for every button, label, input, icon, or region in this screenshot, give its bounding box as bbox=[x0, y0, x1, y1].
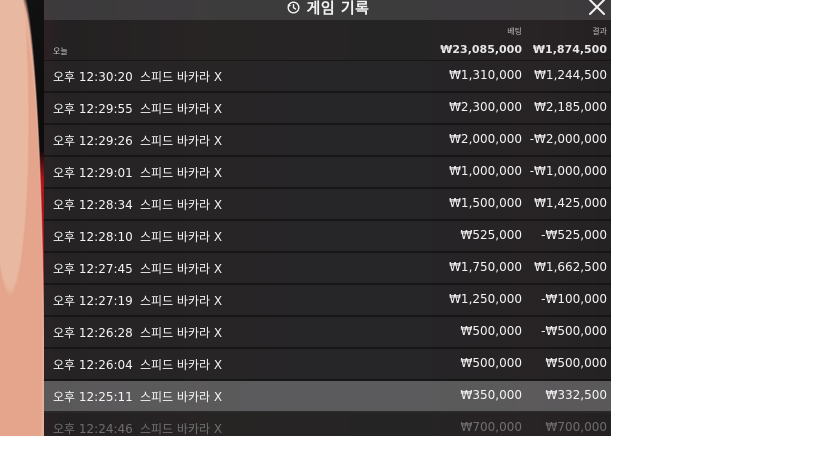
table-row[interactable]: 오후 12:28:10 스피드 바카라 X ₩525,000 -₩525,000 bbox=[44, 221, 611, 253]
game-history-panel: 게임 기록 베팅 결과 오늘 ₩23,085,000 ₩1,874,500 오후… bbox=[44, 0, 611, 436]
history-icon bbox=[287, 1, 300, 14]
table-row[interactable]: 오후 12:24:46 스피드 바카라 X ₩700,000 ₩700,000 bbox=[44, 413, 611, 436]
row-result-amount: -₩2,000,000 bbox=[529, 132, 607, 146]
game-stage: 게임 기록 베팅 결과 오늘 ₩23,085,000 ₩1,874,500 오후… bbox=[0, 0, 611, 436]
summary-bet-total: ₩23,085,000 bbox=[440, 43, 522, 56]
row-result-amount: ₩1,425,000 bbox=[534, 196, 607, 210]
row-time: 오후 12:28:34 bbox=[53, 198, 133, 212]
row-time: 오후 12:27:19 bbox=[53, 294, 133, 308]
table-row[interactable]: 오후 12:29:01 스피드 바카라 X ₩1,000,000 -₩1,000,00… bbox=[44, 157, 611, 189]
table-row[interactable]: 오후 12:27:19 스피드 바카라 X ₩1,250,000 -₩100,000 bbox=[44, 285, 611, 317]
row-time: 오후 12:26:28 bbox=[53, 326, 133, 340]
row-game-name: 스피드 바카라 X bbox=[140, 102, 223, 116]
row-time: 오후 12:30:20 bbox=[53, 70, 133, 84]
row-bet-amount: ₩1,500,000 bbox=[449, 196, 522, 210]
summary-result-total: ₩1,874,500 bbox=[532, 43, 607, 56]
summary-label: 오늘 bbox=[53, 47, 68, 56]
row-game-name: 스피드 바카라 X bbox=[140, 134, 223, 148]
row-game-name: 스피드 바카라 X bbox=[140, 198, 223, 212]
table-row[interactable]: 오후 12:27:45 스피드 바카라 X ₩1,750,000 ₩1,662,500 bbox=[44, 253, 611, 285]
row-time: 오후 12:25:11 bbox=[53, 390, 133, 404]
row-bet-amount: ₩2,300,000 bbox=[449, 100, 522, 114]
row-result-amount: ₩2,185,000 bbox=[534, 100, 607, 114]
row-game-name: 스피드 바카라 X bbox=[140, 230, 223, 244]
row-bet-amount: ₩1,310,000 bbox=[449, 68, 522, 82]
history-list: 오후 12:30:20 스피드 바카라 X ₩1,310,000 ₩1,244,500… bbox=[44, 61, 611, 436]
table-row[interactable]: 오후 12:28:34 스피드 바카라 X ₩1,500,000 ₩1,425,000 bbox=[44, 189, 611, 221]
table-row[interactable]: 오후 12:25:11 스피드 바카라 X ₩350,000 ₩332,500 bbox=[44, 381, 611, 413]
dealer-video-backdrop bbox=[0, 0, 44, 436]
row-bet-amount: ₩525,000 bbox=[460, 228, 523, 242]
row-time: 오후 12:24:46 bbox=[53, 422, 133, 436]
row-game-name: 스피드 바카라 X bbox=[140, 166, 223, 180]
row-result-amount: -₩1,000,000 bbox=[529, 164, 607, 178]
table-row[interactable]: 오후 12:30:20 스피드 바카라 X ₩1,310,000 ₩1,244,500 bbox=[44, 61, 611, 93]
row-bet-amount: ₩700,000 bbox=[460, 420, 523, 434]
table-row[interactable]: 오후 12:29:26 스피드 바카라 X ₩2,000,000 -₩2,000,00… bbox=[44, 125, 611, 157]
table-row[interactable]: 오후 12:26:04 스피드 바카라 X ₩500,000 ₩500,000 bbox=[44, 349, 611, 381]
row-bet-amount: ₩1,750,000 bbox=[449, 260, 522, 274]
row-result-amount: ₩1,244,500 bbox=[534, 68, 607, 82]
row-result-amount: ₩500,000 bbox=[545, 356, 608, 370]
row-game-name: 스피드 바카라 X bbox=[140, 390, 223, 404]
row-game-name: 스피드 바카라 X bbox=[140, 358, 223, 372]
panel-title-text: 게임 기록 bbox=[306, 0, 370, 17]
row-time: 오후 12:28:10 bbox=[53, 230, 133, 244]
table-row[interactable]: 오후 12:26:28 스피드 바카라 X ₩500,000 -₩500,000 bbox=[44, 317, 611, 349]
column-header-result: 결과 bbox=[592, 27, 607, 36]
close-icon[interactable] bbox=[587, 0, 607, 17]
row-bet-amount: ₩500,000 bbox=[460, 356, 523, 370]
row-bet-amount: ₩350,000 bbox=[460, 388, 523, 402]
row-result-amount: ₩332,500 bbox=[545, 388, 608, 402]
row-time: 오후 12:29:26 bbox=[53, 134, 133, 148]
row-bet-amount: ₩2,000,000 bbox=[449, 132, 522, 146]
row-game-name: 스피드 바카라 X bbox=[140, 262, 223, 276]
row-bet-amount: ₩1,000,000 bbox=[449, 164, 522, 178]
row-game-name: 스피드 바카라 X bbox=[140, 422, 223, 436]
row-game-name: 스피드 바카라 X bbox=[140, 70, 223, 84]
table-row[interactable]: 오후 12:29:55 스피드 바카라 X ₩2,300,000 ₩2,185,000 bbox=[44, 93, 611, 125]
row-bet-amount: ₩1,250,000 bbox=[449, 292, 522, 306]
panel-title: 게임 기록 bbox=[44, 0, 611, 18]
row-game-name: 스피드 바카라 X bbox=[140, 294, 223, 308]
summary-row: 오늘 ₩23,085,000 ₩1,874,500 bbox=[44, 38, 611, 61]
row-time: 오후 12:29:55 bbox=[53, 102, 133, 116]
row-time: 오후 12:29:01 bbox=[53, 166, 133, 180]
row-result-amount: -₩525,000 bbox=[541, 228, 607, 242]
row-result-amount: ₩700,000 bbox=[545, 420, 608, 434]
row-result-amount: -₩100,000 bbox=[541, 292, 607, 306]
row-time: 오후 12:27:45 bbox=[53, 262, 133, 276]
row-time: 오후 12:26:04 bbox=[53, 358, 133, 372]
row-bet-amount: ₩500,000 bbox=[460, 324, 523, 338]
title-bar: 게임 기록 bbox=[44, 0, 611, 20]
row-result-amount: ₩1,662,500 bbox=[534, 260, 607, 274]
row-game-name: 스피드 바카라 X bbox=[140, 326, 223, 340]
row-result-amount: -₩500,000 bbox=[541, 324, 607, 338]
column-header-bet: 베팅 bbox=[507, 27, 522, 36]
